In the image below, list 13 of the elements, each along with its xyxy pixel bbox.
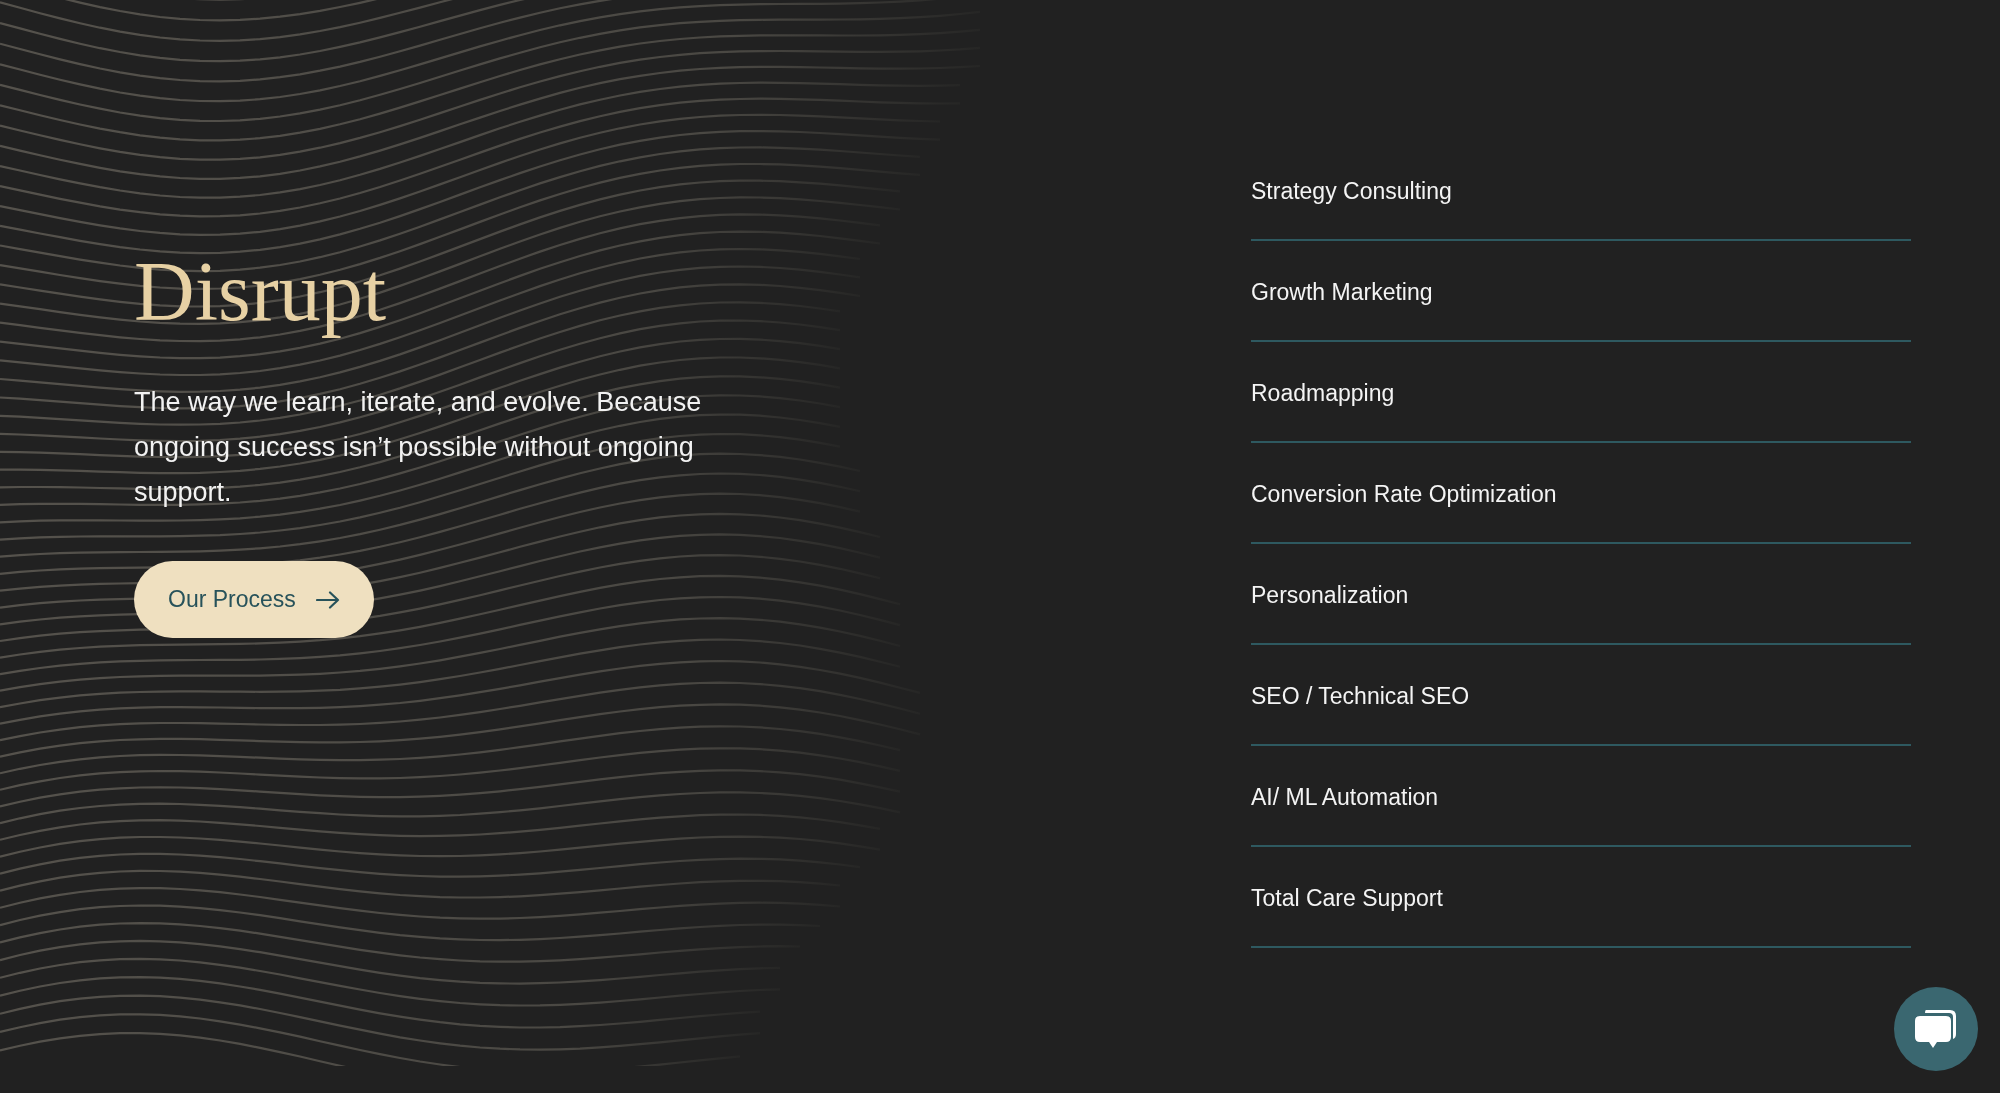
service-link[interactable]: AI/ ML Automation: [1251, 746, 1911, 847]
chat-bubbles-icon: [1914, 1008, 1958, 1050]
service-link[interactable]: Strategy Consulting: [1251, 140, 1911, 241]
service-link[interactable]: SEO / Technical SEO: [1251, 645, 1911, 746]
our-process-button[interactable]: Our Process: [134, 561, 374, 639]
service-link[interactable]: Personalization: [1251, 544, 1911, 645]
hero-title: Disrupt: [134, 246, 386, 339]
service-link[interactable]: Conversion Rate Optimization: [1251, 443, 1911, 544]
service-link[interactable]: Roadmapping: [1251, 342, 1911, 443]
arrow-right-icon: [315, 590, 340, 609]
service-link[interactable]: Total Care Support: [1251, 847, 1911, 948]
service-link[interactable]: Growth Marketing: [1251, 241, 1911, 342]
hero-description: The way we learn, iterate, and evolve. Because ongoing success isn’t possible without ongoing support.: [134, 386, 703, 510]
